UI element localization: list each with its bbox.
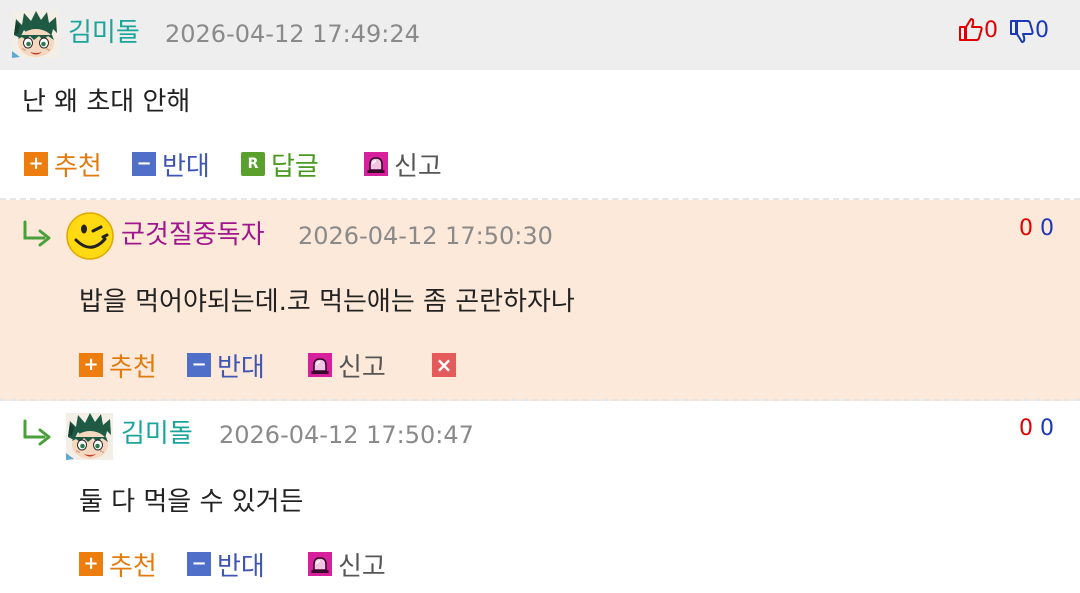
oppose-button[interactable]: − 반대 xyxy=(187,547,265,582)
comment-date: 2026-04-12 17:49:24 xyxy=(165,20,420,48)
reply-comment-item: 김미돌 2026-04-12 17:50:47 0 0 둘 다 먹을 수 있거든… xyxy=(0,401,1080,593)
avatar[interactable] xyxy=(66,413,113,460)
avatar[interactable] xyxy=(65,211,115,261)
downvote-count: 0 xyxy=(1035,18,1049,43)
recommend-button[interactable]: + 추천 xyxy=(79,547,157,582)
comment-text: 밥을 먹어야되는데.코 먹는애는 좀 곤란하자나 xyxy=(79,287,575,317)
upvote-count: 0 xyxy=(1019,416,1033,441)
comment-actions: + 추천 − 반대 R 답글 신고 xyxy=(24,147,484,182)
comment-text: 난 왜 초대 안해 xyxy=(22,87,191,117)
comment-actions: + 추천 − 반대 신고 xyxy=(79,547,439,582)
plus-icon: + xyxy=(24,152,48,176)
delete-button[interactable]: × xyxy=(432,348,462,382)
oppose-label: 반대 xyxy=(217,551,265,582)
minus-icon: − xyxy=(187,552,211,576)
comment-header xyxy=(0,0,1080,70)
reply-arrow-icon xyxy=(22,417,54,447)
oppose-button[interactable]: − 반대 xyxy=(132,147,210,182)
reply-arrow-icon xyxy=(22,218,54,248)
vote-counts: 0 0 xyxy=(1019,414,1054,444)
siren-icon xyxy=(308,552,332,576)
minus-icon: − xyxy=(132,152,156,176)
upvote-count: 0 xyxy=(1019,216,1033,241)
reply-comment-item: 군것질중독자 2026-04-12 17:50:30 0 0 밥을 먹어야되는데… xyxy=(0,200,1080,401)
vote-counts: 0 0 xyxy=(1019,214,1054,244)
oppose-button[interactable]: − 반대 xyxy=(187,348,265,383)
recommend-label: 추천 xyxy=(109,352,157,383)
upvote-count: 0 xyxy=(984,18,998,43)
recommend-label: 추천 xyxy=(54,151,102,182)
plus-icon: + xyxy=(79,353,103,377)
reply-button[interactable]: R 답글 xyxy=(241,147,319,182)
downvote-count: 0 xyxy=(1040,216,1054,241)
report-label: 신고 xyxy=(338,551,386,582)
recommend-button[interactable]: + 추천 xyxy=(79,348,157,383)
reply-label: 답글 xyxy=(271,151,319,182)
vote-counts: 0 0 xyxy=(958,16,1049,46)
comment-nickname[interactable]: 김미돌 xyxy=(121,419,193,449)
close-icon: × xyxy=(432,353,456,377)
recommend-label: 추천 xyxy=(109,551,157,582)
comment-actions: + 추천 − 반대 신고 × xyxy=(79,348,479,383)
recommend-button[interactable]: + 추천 xyxy=(24,147,102,182)
minus-icon: − xyxy=(187,353,211,377)
thumbs-up-icon[interactable] xyxy=(958,16,984,42)
report-button[interactable]: 신고 xyxy=(364,147,442,182)
comment-text: 둘 다 먹을 수 있거든 xyxy=(79,487,304,517)
siren-icon xyxy=(308,353,332,377)
oppose-label: 반대 xyxy=(162,151,210,182)
downvote-count: 0 xyxy=(1040,416,1054,441)
siren-icon xyxy=(364,152,388,176)
report-button[interactable]: 신고 xyxy=(308,348,386,383)
comment-nickname[interactable]: 김미돌 xyxy=(68,18,140,48)
comment-date: 2026-04-12 17:50:47 xyxy=(219,421,474,449)
comment-nickname[interactable]: 군것질중독자 xyxy=(121,220,265,250)
plus-icon: + xyxy=(79,552,103,576)
comment-item: 김미돌 2026-04-12 17:49:24 0 0 난 왜 초대 안해 + … xyxy=(0,0,1080,200)
report-button[interactable]: 신고 xyxy=(308,547,386,582)
report-label: 신고 xyxy=(394,151,442,182)
report-label: 신고 xyxy=(338,352,386,383)
avatar[interactable] xyxy=(12,11,59,58)
thumbs-down-icon[interactable] xyxy=(1009,19,1035,45)
reply-icon: R xyxy=(241,152,265,176)
oppose-label: 반대 xyxy=(217,352,265,383)
comment-date: 2026-04-12 17:50:30 xyxy=(298,222,553,250)
